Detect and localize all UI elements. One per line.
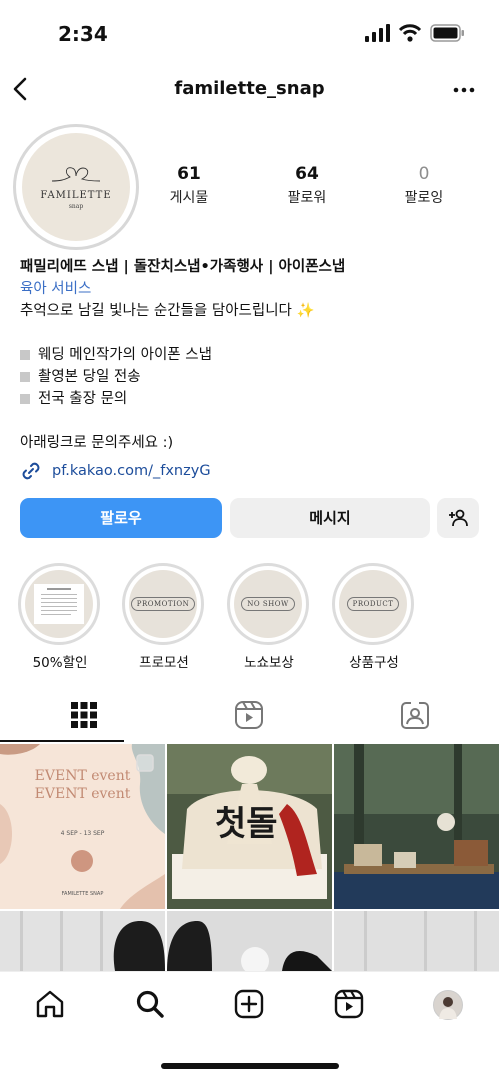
- highlight-cover: [25, 570, 93, 638]
- post-photo: [0, 911, 165, 971]
- stat-posts[interactable]: 61 게시물: [144, 164, 234, 207]
- highlight-ring: PROMOTION: [122, 563, 204, 645]
- home-icon[interactable]: [34, 988, 66, 1020]
- bullet-square-icon: [20, 350, 30, 360]
- post-tile[interactable]: [334, 911, 499, 971]
- bio-bullet: 전국 출장 문의: [20, 388, 480, 410]
- grid-icon[interactable]: [69, 700, 99, 730]
- post-tile[interactable]: [334, 744, 499, 909]
- stat-posts-label: 게시물: [169, 190, 209, 206]
- bio-tagline: 추억으로 남길 빛나는 순간들을 담아드립니다 ✨: [20, 303, 315, 319]
- reels-nav-icon[interactable]: [333, 988, 365, 1020]
- bio-bullet: 촬영본 당일 전송: [20, 366, 480, 388]
- highlight-label: 노쇼보상: [244, 655, 294, 671]
- highlight-item[interactable]: PRODUCT 상품구성: [332, 563, 416, 671]
- bio-category[interactable]: 육아 서비스: [20, 278, 480, 300]
- party-table-photo: [334, 744, 499, 909]
- bio-link-text: pf.kakao.com/_fxnzyG: [52, 463, 211, 479]
- multi-select-icon: [136, 754, 154, 772]
- bio-bullet-text: 웨딩 메인작가의 아이폰 스냅: [38, 347, 212, 363]
- bullet-square-icon: [20, 372, 30, 382]
- avatar-brand: FAMILETTE: [40, 190, 112, 201]
- highlight-label: 상품구성: [349, 655, 399, 671]
- active-tab-indicator: [0, 740, 124, 742]
- tagged-icon[interactable]: [400, 700, 430, 730]
- highlight-ring: PRODUCT: [332, 563, 414, 645]
- bio-bullet-text: 전국 출장 문의: [38, 391, 128, 407]
- profile-tab-avatar[interactable]: [433, 990, 463, 1020]
- highlight-tag: NO SHOW: [241, 597, 295, 611]
- message-button[interactable]: 메시지: [230, 498, 430, 538]
- signal-icon: [365, 24, 390, 42]
- bullet-square-icon: [20, 394, 30, 404]
- bio-link[interactable]: pf.kakao.com/_fxnzyG: [20, 459, 211, 483]
- post-event-line2: EVENT event: [34, 786, 131, 802]
- stat-following[interactable]: 0 팔로잉: [379, 164, 469, 207]
- stat-followers-label: 팔로워: [287, 190, 327, 206]
- status-time: 2:34: [58, 22, 108, 46]
- bio-bullet-text: 촬영본 당일 전송: [38, 369, 141, 385]
- link-icon: [22, 462, 40, 480]
- profile-username: familette_snap: [174, 78, 325, 99]
- highlight-notice-graphic: [34, 584, 84, 624]
- highlight-cover: PRODUCT: [339, 570, 407, 638]
- bio-name: 패밀리에뜨 스냅 | 돌잔치스냅•가족행사 | 아이폰스냅: [20, 259, 346, 275]
- post-tile[interactable]: EVENT event EVENT event 4 SEP - 13 SEP F…: [0, 744, 165, 909]
- highlight-label: 프로모션: [139, 655, 189, 671]
- stat-followers-value: 64: [295, 164, 319, 184]
- battery-icon: [430, 24, 464, 42]
- profile-avatar[interactable]: FAMILETTE snap: [13, 124, 139, 250]
- heart-line-logo: [51, 167, 101, 182]
- highlight-ring: [18, 563, 100, 645]
- highlight-tag: PRODUCT: [346, 597, 400, 611]
- highlight-item[interactable]: PROMOTION 프로모션: [122, 563, 206, 671]
- post-tile[interactable]: 첫돌: [167, 744, 332, 909]
- cake-calligraphy: 첫돌: [215, 804, 278, 844]
- highlight-tag: PROMOTION: [130, 597, 196, 611]
- profile-header: familette_snap: [0, 66, 499, 112]
- wifi-icon: [398, 24, 422, 42]
- stat-following-label: 팔로잉: [404, 190, 444, 206]
- highlight-ring: NO SHOW: [227, 563, 309, 645]
- avatar-brand-sub: snap: [68, 203, 84, 210]
- highlight-label: 50%할인: [32, 655, 88, 671]
- post-photo: [334, 911, 499, 971]
- highlight-cover: PROMOTION: [129, 570, 197, 638]
- avatar: [439, 997, 457, 1019]
- bio-contact: 아래링크로 문의주세요 :): [20, 435, 174, 451]
- reels-icon[interactable]: [234, 700, 264, 730]
- stat-following-value: 0: [418, 164, 430, 184]
- home-indicator: [161, 1063, 339, 1069]
- status-bar: 2:34: [0, 0, 499, 66]
- post-tile[interactable]: [0, 911, 165, 971]
- bio-bullet: 웨딩 메인작가의 아이폰 스냅: [20, 344, 480, 366]
- post-event-footer: FAMILETTE SNAP: [61, 891, 104, 897]
- profile-bio: 패밀리에뜨 스냅 | 돌잔치스냅•가족행사 | 아이폰스냅 육아 서비스 추억으…: [20, 256, 480, 454]
- post-photo: [167, 911, 332, 971]
- follow-button[interactable]: 팔로우: [20, 498, 222, 538]
- suggest-button[interactable]: [437, 498, 479, 538]
- post-tile[interactable]: [167, 911, 332, 971]
- create-icon[interactable]: [233, 988, 265, 1020]
- highlight-item[interactable]: NO SHOW 노쇼보상: [227, 563, 311, 671]
- post-event-dates: 4 SEP - 13 SEP: [60, 830, 105, 837]
- stat-followers[interactable]: 64 팔로워: [262, 164, 352, 207]
- highlight-cover: NO SHOW: [234, 570, 302, 638]
- avatar-image: FAMILETTE snap: [22, 133, 130, 241]
- more-icon[interactable]: [451, 80, 477, 100]
- search-icon[interactable]: [134, 988, 166, 1020]
- add-person-icon: [449, 509, 468, 527]
- stat-posts-value: 61: [177, 164, 201, 184]
- highlight-item[interactable]: 50%할인: [18, 563, 102, 671]
